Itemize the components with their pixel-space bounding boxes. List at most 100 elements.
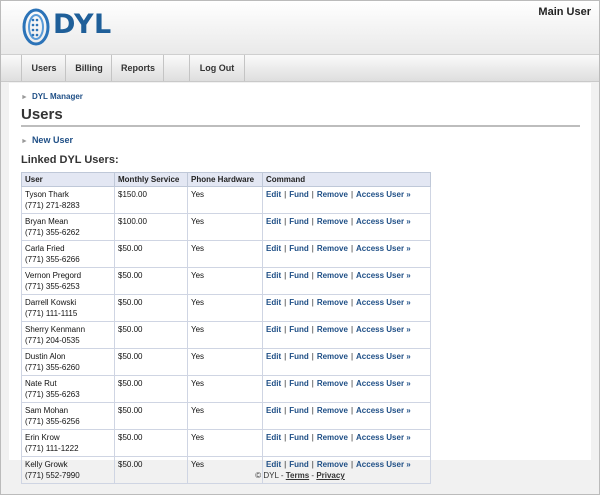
phone-hardware-cell: Yes xyxy=(187,348,263,376)
edit-link[interactable]: Edit xyxy=(266,190,281,199)
terms-link[interactable]: Terms xyxy=(286,471,309,480)
access-user-link[interactable]: Access User » xyxy=(356,325,411,334)
edit-link[interactable]: Edit xyxy=(266,217,281,226)
command-cell: Edit | Fund | Remove | Access User » xyxy=(262,267,431,295)
user-cell: Erin Krow (771) 111-1222 xyxy=(21,429,115,457)
remove-link[interactable]: Remove xyxy=(317,271,348,280)
user-cell: Carla Fried (771) 355-6266 xyxy=(21,240,115,268)
edit-link[interactable]: Edit xyxy=(266,271,281,280)
new-user-link[interactable]: ► New User xyxy=(21,135,73,145)
current-user-label[interactable]: Main User xyxy=(538,6,591,18)
fund-link[interactable]: Fund xyxy=(289,460,309,469)
edit-link[interactable]: Edit xyxy=(266,379,281,388)
fund-link[interactable]: Fund xyxy=(289,217,309,226)
command-cell: Edit | Fund | Remove | Access User » xyxy=(262,429,431,457)
access-user-link[interactable]: Access User » xyxy=(356,406,411,415)
edit-link[interactable]: Edit xyxy=(266,352,281,361)
user-phone: (771) 355-6253 xyxy=(25,282,80,291)
breadcrumb[interactable]: ► DYL Manager xyxy=(21,92,83,101)
fund-link[interactable]: Fund xyxy=(289,244,309,253)
user-name: Bryan Mean xyxy=(25,217,69,226)
table-row: Sam Mohan (771) 355-6256 $50.00 Yes Edit | Fun… xyxy=(21,402,431,430)
nav-billing[interactable]: Billing xyxy=(65,55,112,81)
arrow-right-icon: ► xyxy=(21,94,28,101)
user-phone: (771) 355-6262 xyxy=(25,228,80,237)
user-cell: Nate Rut (771) 355-6263 xyxy=(21,375,115,403)
user-phone: (771) 111-1222 xyxy=(25,444,79,453)
user-phone: (771) 204-0535 xyxy=(25,336,80,345)
fund-link[interactable]: Fund xyxy=(289,406,309,415)
edit-link[interactable]: Edit xyxy=(266,460,281,469)
phone-hardware-cell: Yes xyxy=(187,402,263,430)
footer-dash: - xyxy=(280,471,284,480)
fund-link[interactable]: Fund xyxy=(289,379,309,388)
command-cell: Edit | Fund | Remove | Access User » xyxy=(262,240,431,268)
access-user-link[interactable]: Access User » xyxy=(356,298,411,307)
command-separator: | xyxy=(311,244,314,253)
edit-link[interactable]: Edit xyxy=(266,325,281,334)
monthly-service-cell: $50.00 xyxy=(114,294,188,322)
access-user-link[interactable]: Access User » xyxy=(356,190,411,199)
command-separator: | xyxy=(311,271,314,280)
remove-link[interactable]: Remove xyxy=(317,379,348,388)
arrow-right-icon: ► xyxy=(21,138,28,145)
access-user-link[interactable]: Access User » xyxy=(356,217,411,226)
remove-link[interactable]: Remove xyxy=(317,406,348,415)
edit-link[interactable]: Edit xyxy=(266,244,281,253)
phone-hardware-cell: Yes xyxy=(187,267,263,295)
fund-link[interactable]: Fund xyxy=(289,352,309,361)
command-separator: | xyxy=(350,433,354,442)
footer: © DYL - Terms - Privacy xyxy=(1,471,599,480)
footer-copyright: © DYL xyxy=(255,471,279,480)
monthly-service-cell: $100.00 xyxy=(114,213,188,241)
content-panel: ► DYL Manager Users ► New User Linked DYL … xyxy=(9,83,591,484)
nav-users[interactable]: Users xyxy=(21,55,66,81)
column-header-monthly-service: Monthly Service xyxy=(114,172,188,187)
fund-link[interactable]: Fund xyxy=(289,433,309,442)
access-user-link[interactable]: Access User » xyxy=(356,244,411,253)
command-separator: | xyxy=(284,190,287,199)
new-user-label: New User xyxy=(31,135,73,145)
remove-link[interactable]: Remove xyxy=(317,433,348,442)
nav-reports[interactable]: Reports xyxy=(111,55,164,81)
command-cell: Edit | Fund | Remove | Access User » xyxy=(262,186,431,214)
remove-link[interactable]: Remove xyxy=(317,460,348,469)
fund-link[interactable]: Fund xyxy=(289,271,309,280)
table-row: Tyson Thark (771) 271-8283 $150.00 Yes Edit |… xyxy=(21,186,431,214)
fund-link[interactable]: Fund xyxy=(289,190,309,199)
user-name: Sam Mohan xyxy=(25,406,69,415)
remove-link[interactable]: Remove xyxy=(317,190,348,199)
access-user-link[interactable]: Access User » xyxy=(356,433,411,442)
command-separator: | xyxy=(350,244,354,253)
access-user-link[interactable]: Access User » xyxy=(356,271,411,280)
remove-link[interactable]: Remove xyxy=(317,325,348,334)
remove-link[interactable]: Remove xyxy=(317,352,348,361)
edit-link[interactable]: Edit xyxy=(266,406,281,415)
table-row: Vernon Pregord (771) 355-6253 $50.00 Yes Edi… xyxy=(21,267,431,295)
nav-empty xyxy=(163,55,190,81)
access-user-link[interactable]: Access User » xyxy=(356,352,411,361)
user-cell: Vernon Pregord (771) 355-6253 xyxy=(21,267,115,295)
remove-link[interactable]: Remove xyxy=(317,244,348,253)
edit-link[interactable]: Edit xyxy=(266,298,281,307)
access-user-link[interactable]: Access User » xyxy=(356,460,411,469)
monthly-service-cell: $50.00 xyxy=(114,375,188,403)
command-cell: Edit | Fund | Remove | Access User » xyxy=(262,321,431,349)
table-header-row: User Monthly Service Phone Hardware Comm… xyxy=(21,172,431,187)
command-separator: | xyxy=(311,190,314,199)
user-name: Darrell Kowski xyxy=(25,298,77,307)
remove-link[interactable]: Remove xyxy=(317,217,348,226)
user-phone: (771) 271-8283 xyxy=(25,201,80,210)
command-cell: Edit | Fund | Remove | Access User » xyxy=(262,348,431,376)
monthly-service-cell: $50.00 xyxy=(114,402,188,430)
fund-link[interactable]: Fund xyxy=(289,298,309,307)
privacy-link[interactable]: Privacy xyxy=(316,471,344,480)
access-user-link[interactable]: Access User » xyxy=(356,379,411,388)
user-phone: (771) 355-6266 xyxy=(25,255,80,264)
nav-logout[interactable]: Log Out xyxy=(189,55,245,81)
remove-link[interactable]: Remove xyxy=(317,298,348,307)
edit-link[interactable]: Edit xyxy=(266,433,281,442)
command-separator: | xyxy=(350,271,354,280)
fund-link[interactable]: Fund xyxy=(289,325,309,334)
command-separator: | xyxy=(284,406,287,415)
